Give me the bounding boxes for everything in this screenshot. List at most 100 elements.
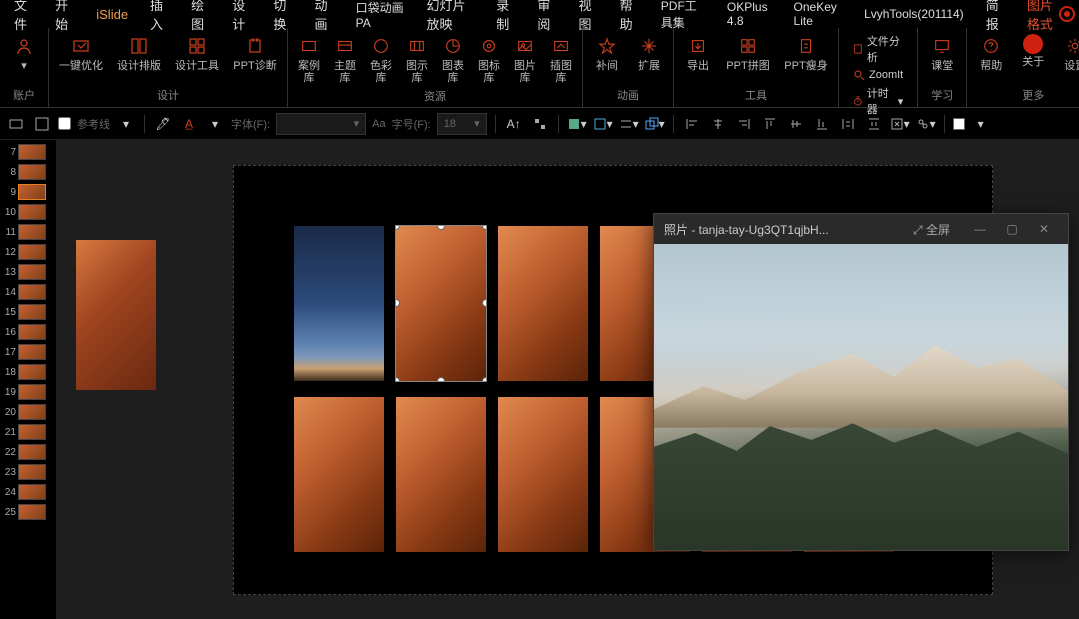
layout-button[interactable]: 设计排版 — [111, 32, 167, 85]
font-field[interactable]: ▾ — [276, 113, 366, 135]
maximize-button[interactable]: ▢ — [998, 219, 1026, 239]
color-menu[interactable]: ▾ — [971, 114, 991, 134]
help-button[interactable]: 帮助 — [971, 32, 1011, 85]
textcolor-button[interactable]: A̲ — [179, 114, 199, 134]
export-button[interactable]: 导出 — [678, 32, 718, 85]
slide-thumb-17[interactable]: 17 — [2, 344, 54, 360]
shape-outline-button[interactable]: ▾ — [593, 114, 613, 134]
slide-thumb-19[interactable]: 19 — [2, 384, 54, 400]
link-button[interactable]: ▾ — [916, 114, 936, 134]
grid-image-9[interactable] — [498, 397, 588, 552]
resize-handle-bm[interactable] — [437, 377, 445, 381]
image-lib-button[interactable]: 图片库 — [508, 32, 542, 86]
resize-handle-tr[interactable] — [482, 226, 486, 230]
align-right-button[interactable] — [734, 114, 754, 134]
grid-image-2-selected[interactable] — [396, 226, 486, 381]
illustration-lib-button[interactable]: 插图库 — [544, 32, 578, 86]
slide-thumb-23[interactable]: 23 — [2, 464, 54, 480]
slide-thumb-22[interactable]: 22 — [2, 444, 54, 460]
diagnose-button[interactable]: PPT诊断 — [227, 32, 283, 85]
fontsize-field[interactable]: 18▾ — [437, 113, 487, 135]
ribbon-group-learn: 课堂 学习 — [918, 28, 967, 107]
font-case-button[interactable]: Aa — [372, 118, 385, 130]
slide-thumbnail-panel[interactable]: 7 8 9 10 11 12 13 14 15 16 17 18 19 20 21 22 23 24 25 — [0, 140, 56, 619]
icon-lib-button[interactable]: 图标库 — [472, 32, 506, 86]
slide-thumb-8[interactable]: 8 — [2, 164, 54, 180]
slide-thumb-9[interactable]: 9 — [2, 184, 54, 200]
grid-image-7[interactable] — [294, 397, 384, 552]
slide-thumb-24[interactable]: 24 — [2, 484, 54, 500]
group-label-tools: 工具 — [745, 85, 767, 105]
slide-thumb-11[interactable]: 11 — [2, 224, 54, 240]
classroom-button[interactable]: 课堂 — [922, 32, 962, 85]
grid-image-1[interactable] — [294, 226, 384, 381]
slide-thumb-13[interactable]: 13 — [2, 264, 54, 280]
align-top-button[interactable] — [760, 114, 780, 134]
ppt-montage-button[interactable]: PPT拼图 — [720, 32, 776, 85]
slide-thumb-15[interactable]: 15 — [2, 304, 54, 320]
slide-thumb-18[interactable]: 18 — [2, 364, 54, 380]
zoomit-button[interactable]: ZoomIt — [847, 68, 909, 82]
menu-lvyhtools[interactable]: LvyhTools(201114) — [854, 3, 974, 25]
slide-thumb-21[interactable]: 21 — [2, 424, 54, 440]
photo-preview-popup[interactable]: 照片 - tanja-tay-Ug3QT1qjbH... ⤢ 全屏 — ▢ ✕ — [653, 213, 1069, 551]
shape-fill-button[interactable]: ▾ — [567, 114, 587, 134]
slide-thumb-10[interactable]: 10 — [2, 204, 54, 220]
textcolor-menu[interactable]: ▾ — [205, 114, 225, 134]
align-center-button[interactable] — [708, 114, 728, 134]
align-left-button[interactable] — [682, 114, 702, 134]
case-lib-button[interactable]: 案例库 — [292, 32, 326, 86]
format-painter-button[interactable] — [530, 114, 550, 134]
slide-thumb-7[interactable]: 7 — [2, 144, 54, 160]
resize-handle-mr[interactable] — [482, 299, 486, 307]
shape-effect-button[interactable]: ▾ — [619, 114, 639, 134]
slide-thumb-16[interactable]: 16 — [2, 324, 54, 340]
minimize-button[interactable]: — — [966, 219, 994, 239]
color-lib-button[interactable]: 色彩库 — [364, 32, 398, 86]
extend-button[interactable]: 扩展 — [629, 32, 669, 85]
close-button[interactable]: ✕ — [1030, 219, 1058, 239]
grid-image-8[interactable] — [396, 397, 486, 552]
popup-titlebar[interactable]: 照片 - tanja-tay-Ug3QT1qjbH... ⤢ 全屏 — ▢ ✕ — [654, 214, 1068, 244]
increase-font-button[interactable]: A↑ — [504, 114, 524, 134]
theme-lib-button[interactable]: 主题库 — [328, 32, 362, 86]
optimize-button[interactable]: 一键优化 — [53, 32, 109, 85]
align-bottom-button[interactable] — [812, 114, 832, 134]
guide-menu-button[interactable]: ▾ — [116, 114, 136, 134]
slide-thumb-25[interactable]: 25 — [2, 504, 54, 520]
align-middle-button[interactable] — [786, 114, 806, 134]
ppt-slim-button[interactable]: PPT瘦身 — [778, 32, 834, 85]
design-tools-button[interactable]: 设计工具 — [169, 32, 225, 85]
outline-view-button[interactable] — [32, 114, 52, 134]
arrange-button[interactable]: ▾ — [645, 114, 665, 134]
slide-thumb-12[interactable]: 12 — [2, 244, 54, 260]
fullscreen-button[interactable]: ⤢ 全屏 — [907, 221, 956, 238]
settings-button[interactable]: 设置 — [1055, 32, 1079, 85]
distribute-h-button[interactable] — [838, 114, 858, 134]
slide-thumb-14[interactable]: 14 — [2, 284, 54, 300]
diagram-lib-button[interactable]: 图示库 — [400, 32, 434, 86]
snap-button[interactable]: ▾ — [890, 114, 910, 134]
color-swatch[interactable] — [953, 118, 965, 130]
resize-handle-tm[interactable] — [437, 226, 445, 230]
menu-islide[interactable]: iSlide — [86, 3, 138, 26]
about-button[interactable]: 关于 — [1013, 32, 1053, 85]
grid-image-3[interactable] — [498, 226, 588, 381]
image-icon — [513, 34, 537, 58]
chart-lib-button[interactable]: 图表库 — [436, 32, 470, 86]
slide-thumb-20[interactable]: 20 — [2, 404, 54, 420]
resize-handle-br[interactable] — [482, 377, 486, 381]
palette-icon — [369, 34, 393, 58]
distribute-v-button[interactable] — [864, 114, 884, 134]
pen-button[interactable]: 🖊 — [153, 114, 173, 134]
record-icon[interactable] — [1059, 6, 1075, 22]
resize-handle-ml[interactable] — [396, 299, 400, 307]
account-button[interactable]: ▾ — [4, 32, 44, 85]
file-analysis-button[interactable]: 文件分析 — [847, 32, 909, 66]
resize-handle-bl[interactable] — [396, 377, 400, 381]
slide-view-button[interactable] — [6, 114, 26, 134]
tween-button[interactable]: 补间 — [587, 32, 627, 85]
guides-checkbox[interactable] — [58, 117, 71, 130]
resize-handle-tl[interactable] — [396, 226, 400, 230]
star-icon — [595, 34, 619, 58]
